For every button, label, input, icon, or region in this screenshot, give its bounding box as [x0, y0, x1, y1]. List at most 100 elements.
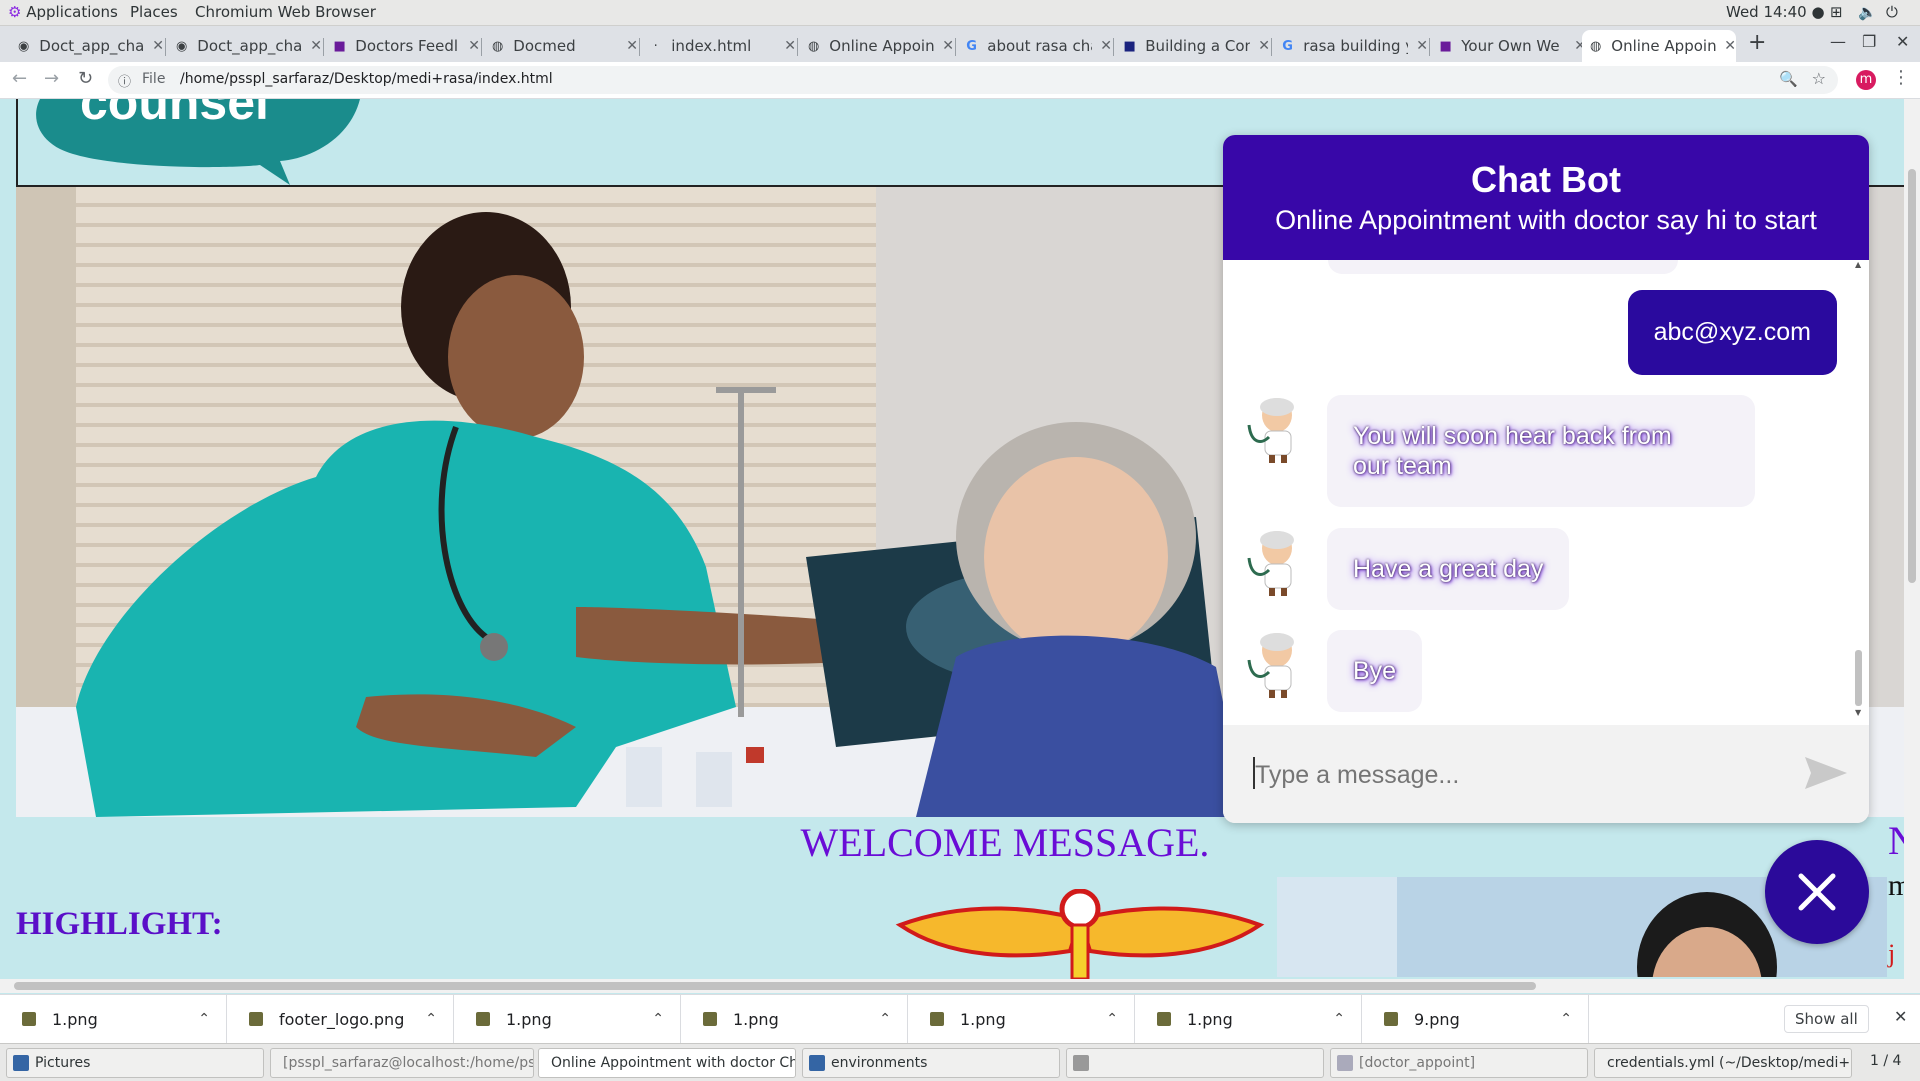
chat-message-input[interactable] [1253, 757, 1797, 793]
menu-kebab-icon[interactable]: ⋮ [1892, 67, 1910, 88]
download-item[interactable]: footer_logo.png ⌃ [227, 995, 454, 1043]
tab-online-appoin-1[interactable]: ◍ Online Appoin ✕ [806, 30, 956, 62]
chevron-up-icon[interactable]: ⌃ [879, 1011, 891, 1027]
doctor-avatar-icon [1247, 531, 1294, 596]
scroll-up-arrow-icon[interactable]: ▲ [1855, 260, 1861, 269]
tab-strip: ◉ Doct_app_cha ✕ ◉ Doct_app_cha ✕ ■ Doct… [0, 26, 1920, 62]
url-text[interactable]: /home/psspl_sarfaraz/Desktop/medi+rasa/i… [180, 71, 553, 87]
tab-doct-app-1[interactable]: ◉ Doct_app_cha ✕ [16, 30, 166, 62]
tab-title: about rasa cha [987, 37, 1093, 55]
tab-your-own-web[interactable]: ■ Your Own We ✕ [1438, 30, 1586, 62]
close-tab-icon[interactable]: ✕ [1416, 38, 1428, 54]
back-icon[interactable]: ← [12, 68, 27, 89]
download-item[interactable]: 1.png ⌃ [1135, 995, 1362, 1043]
download-item[interactable]: 1.png ⌃ [454, 995, 681, 1043]
page-icon: ■ [1439, 38, 1452, 54]
tab-doct-app-2[interactable]: ◉ Doct_app_cha ✕ [174, 30, 324, 62]
close-tab-icon[interactable]: ✕ [1258, 38, 1270, 54]
horizontal-scrollbar[interactable] [0, 979, 1904, 993]
download-item[interactable]: 1.png ⌃ [908, 995, 1135, 1043]
tab-docmed[interactable]: ◍ Docmed ✕ [490, 30, 640, 62]
forward-icon[interactable]: → [44, 68, 59, 89]
close-chat-button[interactable] [1765, 840, 1869, 944]
address-bar[interactable]: ⓘ File /home/psspl_sarfaraz/Desktop/medi… [108, 66, 1838, 94]
close-tab-icon[interactable]: ✕ [784, 38, 796, 54]
applications-icon: ⚙ [8, 3, 22, 21]
chevron-up-icon[interactable]: ⌃ [1106, 1011, 1118, 1027]
workspace-switcher[interactable]: 1 / 4 [1870, 1053, 1901, 1069]
close-window-button[interactable]: ✕ [1896, 32, 1909, 51]
close-downloads-icon[interactable]: ✕ [1894, 1007, 1907, 1026]
close-tab-icon[interactable]: ✕ [626, 38, 638, 54]
logo: counsel [36, 99, 360, 185]
tab-online-appoin-active[interactable]: ◍ Online Appoin ✕ [1582, 30, 1736, 62]
app-menu[interactable]: Chromium Web Browser [195, 3, 376, 21]
places-menu[interactable]: Places [130, 3, 178, 21]
taskbar-item-doctor-appoint[interactable]: [doctor_appoint] [1330, 1048, 1588, 1078]
doctor-avatar-icon [1247, 398, 1294, 463]
applications-menu[interactable]: ⚙ Applications [8, 3, 118, 21]
chevron-up-icon[interactable]: ⌃ [1560, 1011, 1572, 1027]
horizontal-scroll-thumb[interactable] [14, 982, 1536, 990]
vertical-scrollbar[interactable] [1904, 99, 1920, 993]
info-icon[interactable]: ⓘ [118, 71, 131, 90]
zoom-icon[interactable]: 🔍 [1779, 70, 1798, 88]
chevron-up-icon[interactable]: ⌃ [198, 1011, 210, 1027]
close-tab-icon[interactable]: ✕ [1100, 38, 1112, 54]
download-item[interactable]: 1.png ⌃ [0, 995, 227, 1043]
download-item[interactable]: 1.png ⌃ [681, 995, 908, 1043]
power-icon[interactable]: ⏻ [1886, 3, 1898, 21]
close-icon [1798, 873, 1836, 911]
tab-title: rasa building y [1303, 37, 1409, 55]
volume-icon[interactable]: 🔈 [1858, 3, 1877, 21]
gnome-top-bar: ⚙ Applications Places Chromium Web Brows… [0, 0, 1920, 26]
tab-index-html[interactable]: · index.html ✕ [648, 30, 798, 62]
download-item[interactable]: 9.png ⌃ [1362, 995, 1589, 1043]
show-all-button[interactable]: Show all [1784, 1005, 1869, 1033]
scheme-label: File [142, 71, 166, 87]
chevron-up-icon[interactable]: ⌃ [1333, 1011, 1345, 1027]
taskbar-item-printer[interactable] [1066, 1048, 1324, 1078]
welcome-heading: WELCOME MESSAGE. [800, 820, 1210, 865]
highlight-heading: HIGHLIGHT: [16, 906, 223, 942]
taskbar-item-environments[interactable]: environments [802, 1048, 1060, 1078]
chevron-up-icon[interactable]: ⌃ [425, 1011, 437, 1027]
clock[interactable]: Wed 14:40 ● [1726, 3, 1825, 21]
chat-scroll-thumb[interactable] [1855, 650, 1862, 706]
profile-avatar[interactable]: m [1856, 70, 1876, 90]
cut-off-link: j [1888, 939, 1896, 968]
tab-title: Docmed [513, 37, 576, 55]
folder-icon [13, 1055, 29, 1071]
tab-building-a-con[interactable]: ■ Building a Con ✕ [1122, 30, 1272, 62]
chevron-up-icon[interactable]: ⌃ [652, 1011, 664, 1027]
chat-scrollbar[interactable]: ▲ ▼ [1853, 260, 1863, 720]
folder-icon [1337, 1055, 1353, 1071]
minimize-button[interactable]: — [1830, 32, 1846, 51]
taskbar-item-terminal[interactable]: [psspl_sarfaraz@localhost:/home/ps... [270, 1048, 534, 1078]
send-icon[interactable] [1803, 755, 1849, 791]
tab-doctors-feedback[interactable]: ■ Doctors Feedl ✕ [332, 30, 482, 62]
taskbar-item-credentials[interactable]: credentials.yml (~/Desktop/medi+ra... [1594, 1048, 1852, 1078]
close-tab-icon[interactable]: ✕ [152, 38, 164, 54]
close-tab-icon[interactable]: ✕ [310, 38, 322, 54]
tab-title: Building a Con [1145, 37, 1251, 55]
bookmark-star-icon[interactable]: ☆ [1812, 69, 1826, 88]
taskbar-item-pictures[interactable]: Pictures [6, 1048, 264, 1078]
tab-title: Online Appoin [1611, 37, 1717, 55]
chat-messages[interactable]: abc@xyz.com You will soon hear back from… [1223, 260, 1869, 725]
taskbar-item-chromium[interactable]: Online Appointment with doctor Ch... [538, 1048, 796, 1078]
network-icon[interactable]: ⊞ [1830, 3, 1843, 21]
reload-icon[interactable]: ↻ [78, 68, 93, 89]
tab-about-rasa[interactable]: G about rasa cha ✕ [964, 30, 1114, 62]
notification-dot-icon: ● [1811, 3, 1825, 21]
close-tab-icon[interactable]: ✕ [942, 38, 954, 54]
vertical-scroll-thumb[interactable] [1908, 169, 1916, 583]
new-tab-button[interactable]: + [1748, 30, 1766, 55]
download-filename: 1.png [52, 1009, 98, 1029]
tab-title: Doct_app_cha [197, 37, 303, 55]
close-tab-icon[interactable]: ✕ [1724, 38, 1736, 54]
restore-button[interactable]: ❐ [1862, 32, 1876, 51]
scroll-down-arrow-icon[interactable]: ▼ [1855, 708, 1861, 717]
close-tab-icon[interactable]: ✕ [468, 38, 480, 54]
tab-rasa-building[interactable]: G rasa building y ✕ [1280, 30, 1430, 62]
